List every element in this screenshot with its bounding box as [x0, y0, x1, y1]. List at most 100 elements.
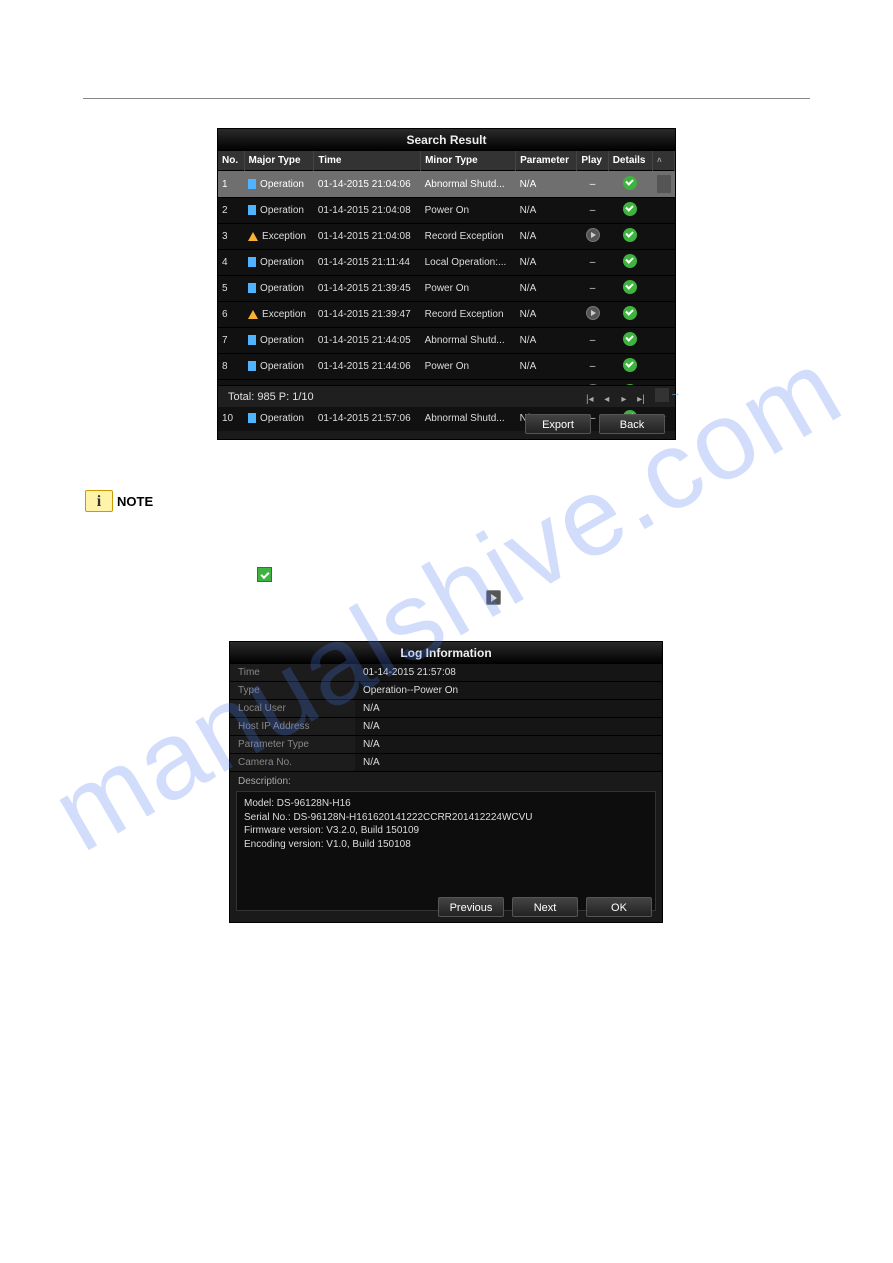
export-button[interactable]: Export: [525, 414, 591, 434]
log-field-row: TypeOperation--Power On: [230, 682, 662, 700]
first-page-button[interactable]: |◂: [583, 394, 597, 405]
parameter-cell: N/A: [516, 354, 577, 380]
details-cell[interactable]: [608, 224, 652, 250]
major-type-cell: Operation: [244, 328, 314, 354]
scrollbar-thumb[interactable]: [657, 175, 671, 193]
play-icon[interactable]: [586, 306, 600, 320]
time-cell: 01-14-2015 21:11:44: [314, 250, 421, 276]
play-cell[interactable]: –: [577, 250, 608, 276]
exception-icon: [248, 309, 262, 320]
search-footer: Total: 985 P: 1/10 |◂ ◂ ▸ ▸|: [218, 385, 675, 407]
prev-page-button[interactable]: ◂: [600, 394, 614, 405]
minor-type-cell: Power On: [421, 276, 516, 302]
play-cell[interactable]: –: [577, 276, 608, 302]
scroll-up-button[interactable]: ˄: [653, 151, 675, 171]
parameter-cell: N/A: [516, 198, 577, 224]
major-type-cell: Operation: [244, 171, 314, 198]
next-page-button[interactable]: ▸: [617, 394, 631, 405]
parameter-cell: N/A: [516, 302, 577, 328]
operation-icon: [248, 283, 260, 294]
row-no: 8: [218, 354, 244, 380]
log-field-value: N/A: [355, 700, 662, 718]
next-button[interactable]: Next: [512, 897, 578, 917]
log-field-key: Type: [230, 682, 355, 700]
row-no: 2: [218, 198, 244, 224]
play-cell[interactable]: –: [577, 198, 608, 224]
log-field-key: Camera No.: [230, 754, 355, 772]
previous-button[interactable]: Previous: [438, 897, 504, 917]
table-row[interactable]: 6Exception01-14-2015 21:39:47Record Exce…: [218, 302, 675, 328]
log-field-value: N/A: [355, 718, 662, 736]
log-field-key: Host IP Address: [230, 718, 355, 736]
scrollbar-track[interactable]: [653, 224, 675, 250]
scrollbar-track[interactable]: [653, 302, 675, 328]
col-major-type: Major Type: [244, 151, 314, 171]
operation-icon: [248, 205, 260, 216]
details-cell[interactable]: [608, 198, 652, 224]
search-button-row: Export Back: [218, 409, 675, 439]
scrollbar-track[interactable]: [653, 250, 675, 276]
ok-button[interactable]: OK: [586, 897, 652, 917]
check-icon[interactable]: [623, 306, 637, 320]
check-icon[interactable]: [623, 358, 637, 372]
log-field-row: Host IP AddressN/A: [230, 718, 662, 736]
check-icon[interactable]: [623, 228, 637, 242]
play-icon[interactable]: [586, 228, 600, 242]
log-title: Log Information: [230, 642, 662, 664]
table-row[interactable]: 8Operation01-14-2015 21:44:06Power OnN/A…: [218, 354, 675, 380]
row-no: 7: [218, 328, 244, 354]
minor-type-cell: Abnormal Shutd...: [421, 171, 516, 198]
minor-type-cell: Record Exception: [421, 302, 516, 328]
page-go-input[interactable]: [655, 388, 669, 402]
play-cell[interactable]: –: [577, 328, 608, 354]
back-button[interactable]: Back: [599, 414, 665, 434]
details-cell[interactable]: [608, 354, 652, 380]
play-icon: [486, 590, 501, 605]
details-cell[interactable]: [608, 328, 652, 354]
check-icon[interactable]: [623, 202, 637, 216]
scrollbar-track[interactable]: [653, 328, 675, 354]
table-row[interactable]: 7Operation01-14-2015 21:44:05Abnormal Sh…: [218, 328, 675, 354]
scrollbar-track[interactable]: [653, 198, 675, 224]
play-cell[interactable]: –: [577, 354, 608, 380]
details-cell[interactable]: [608, 250, 652, 276]
time-cell: 01-14-2015 21:04:06: [314, 171, 421, 198]
search-title: Search Result: [218, 129, 675, 151]
check-icon: [257, 567, 272, 582]
col-play: Play: [577, 151, 608, 171]
table-row[interactable]: 3Exception01-14-2015 21:04:08Record Exce…: [218, 224, 675, 250]
major-type-cell: Operation: [244, 250, 314, 276]
last-page-button[interactable]: ▸|: [634, 394, 648, 405]
table-row[interactable]: 1Operation01-14-2015 21:04:06Abnormal Sh…: [218, 171, 675, 198]
time-cell: 01-14-2015 21:04:08: [314, 224, 421, 250]
play-cell[interactable]: [577, 302, 608, 328]
total-label: Total: 985 P: 1/10: [228, 391, 314, 403]
log-field-row: Camera No.N/A: [230, 754, 662, 772]
col-minor-type: Minor Type: [421, 151, 516, 171]
time-cell: 01-14-2015 21:39:47: [314, 302, 421, 328]
col-no-: No.: [218, 151, 244, 171]
scrollbar-track[interactable]: [653, 276, 675, 302]
play-cell[interactable]: –: [577, 171, 608, 198]
scrollbar-track[interactable]: [653, 171, 675, 198]
check-icon[interactable]: [623, 332, 637, 346]
check-icon[interactable]: [623, 254, 637, 268]
check-icon[interactable]: [623, 176, 637, 190]
check-icon[interactable]: [623, 280, 637, 294]
table-row[interactable]: 2Operation01-14-2015 21:04:08Power OnN/A…: [218, 198, 675, 224]
major-type-cell: Operation: [244, 354, 314, 380]
table-row[interactable]: 5Operation01-14-2015 21:39:45Power OnN/A…: [218, 276, 675, 302]
play-cell[interactable]: [577, 224, 608, 250]
note-label: NOTE: [117, 494, 153, 509]
log-info-panel: Log Information Time01-14-2015 21:57:08T…: [229, 641, 663, 923]
parameter-cell: N/A: [516, 250, 577, 276]
operation-icon: [248, 335, 260, 346]
scrollbar-track[interactable]: [653, 354, 675, 380]
details-cell[interactable]: [608, 276, 652, 302]
minor-type-cell: Power On: [421, 198, 516, 224]
operation-icon: [248, 361, 260, 372]
table-row[interactable]: 4Operation01-14-2015 21:11:44Local Opera…: [218, 250, 675, 276]
details-cell[interactable]: [608, 171, 652, 198]
time-cell: 01-14-2015 21:04:08: [314, 198, 421, 224]
details-cell[interactable]: [608, 302, 652, 328]
